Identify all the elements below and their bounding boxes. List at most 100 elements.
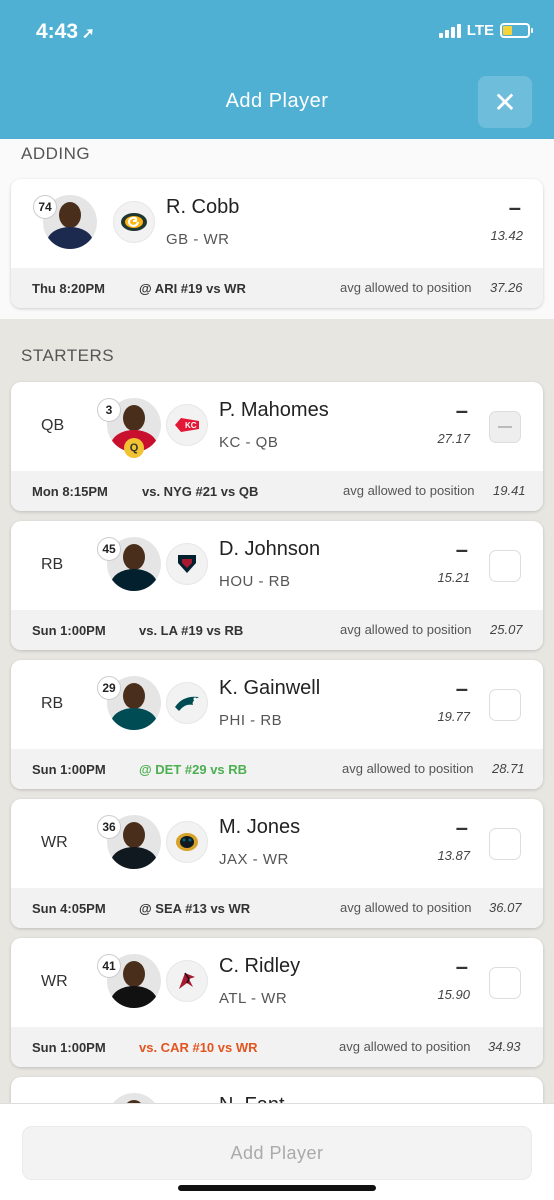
avg-allowed-label: avg allowed to position [340, 622, 472, 637]
team-logo-icon [166, 543, 208, 585]
adding-label: ADDING [21, 144, 91, 163]
select-checkbox[interactable] [489, 550, 521, 582]
rank-badge: 29 [97, 676, 121, 700]
network-label: LTE [466, 22, 494, 39]
header: 4:43 ➚ LTE Add Player ✕ [0, 0, 554, 139]
starters-label: STARTERS [21, 346, 115, 365]
player-team-pos: HOU - RB [219, 573, 291, 590]
rank-badge: 36 [97, 815, 121, 839]
player-score: – [455, 676, 468, 701]
avg-allowed-label: avg allowed to position [340, 280, 472, 295]
select-checkbox[interactable] [489, 689, 521, 721]
starter-card: RB 29 K. Gainwell PHI - RB – 19.77 Sun 1… [11, 660, 543, 789]
player-score: – [508, 195, 521, 220]
starter-card: QB 3 Q KC P. Mahomes KC - QB – 27.17 Mon… [11, 382, 543, 511]
matchup-row: Sun 4:05PM @ SEA #13 vs WR avg allowed t… [11, 888, 543, 928]
rank-badge: 45 [97, 537, 121, 561]
team-logo-icon: KC [166, 404, 208, 446]
status-indicators: LTE [438, 22, 533, 39]
matchup-row: Sun 1:00PM @ DET #29 vs RB avg allowed t… [11, 749, 543, 789]
slot-position: RB [41, 556, 64, 573]
player-score: – [455, 815, 468, 840]
avg-allowed-value: 34.93 [488, 1039, 521, 1054]
matchup-row: Sun 1:00PM vs. CAR #10 vs WR avg allowed… [11, 1027, 543, 1067]
player-name: P. Mahomes [219, 399, 329, 421]
matchup-row: Thu 8:20PM @ ARI #19 vs WR avg allowed t… [11, 268, 543, 308]
time-text: 4:43 [36, 20, 79, 43]
player-projection: 15.21 [437, 570, 470, 585]
rank-badge: 41 [97, 954, 121, 978]
player-name: R. Cobb [166, 196, 240, 218]
adding-section: ADDING 74 R. Cobb GB - WR – 13.42 Thu 8:… [0, 139, 554, 319]
starter-card: WR 41 C. Ridley ATL - WR – 15.90 Sun 1:0… [11, 938, 543, 1067]
player-score: – [455, 537, 468, 562]
opponent: vs. CAR #10 vs WR [139, 1040, 258, 1055]
player-team-pos: ATL - WR [219, 990, 288, 1007]
avg-allowed-value: 28.71 [492, 761, 525, 776]
game-time: Thu 8:20PM [32, 281, 105, 296]
player-name: C. Ridley [219, 955, 301, 977]
avg-allowed-label: avg allowed to position [343, 483, 475, 498]
avg-allowed-label: avg allowed to position [340, 900, 472, 915]
player-name: K. Gainwell [219, 677, 321, 699]
opponent: @ DET #29 vs RB [139, 762, 248, 777]
game-time: Mon 8:15PM [32, 484, 108, 499]
player-projection: 27.17 [437, 431, 470, 446]
select-checkbox[interactable] [489, 967, 521, 999]
player-team-pos: KC - QB [219, 434, 279, 451]
rank-badge: 3 [97, 398, 121, 422]
team-logo-icon [166, 821, 208, 863]
location-arrow-icon: ➚ [82, 25, 95, 42]
matchup-row: Sun 1:00PM vs. LA #19 vs RB avg allowed … [11, 610, 543, 650]
slot-position: QB [41, 417, 65, 434]
slot-position: WR [41, 834, 68, 851]
opponent: vs. NYG #21 vs QB [142, 484, 259, 499]
game-time: Sun 1:00PM [32, 623, 106, 638]
starter-card: WR 36 M. Jones JAX - WR – 13.87 Sun 4:05… [11, 799, 543, 928]
home-indicator[interactable] [178, 1185, 376, 1191]
player-score: – [455, 954, 468, 979]
close-icon: ✕ [493, 86, 517, 118]
avg-allowed-value: 25.07 [490, 622, 523, 637]
game-time: Sun 1:00PM [32, 762, 106, 777]
avg-allowed-label: avg allowed to position [339, 1039, 471, 1054]
avg-allowed-value: 19.41 [493, 483, 526, 498]
select-checkbox[interactable] [489, 411, 521, 443]
player-projection: 13.42 [490, 228, 523, 243]
matchup-row: Mon 8:15PM vs. NYG #21 vs QB avg allowed… [11, 471, 543, 511]
rank-badge: 74 [33, 195, 57, 219]
player-name: M. Jones [219, 816, 301, 838]
game-time: Sun 4:05PM [32, 901, 106, 916]
player-team-pos: PHI - RB [219, 712, 283, 729]
player-name: D. Johnson [219, 538, 321, 560]
slot-position: WR [41, 973, 68, 990]
battery-icon [500, 23, 533, 38]
team-logo-icon [113, 201, 155, 243]
player-projection: 19.77 [437, 709, 470, 724]
status-time: 4:43 ➚ [36, 20, 95, 44]
opponent: @ SEA #13 vs WR [139, 901, 251, 916]
player-team-pos: GB - WR [166, 231, 230, 248]
opponent: @ ARI #19 vs WR [139, 281, 246, 296]
page-title: Add Player [225, 90, 329, 112]
opponent: vs. LA #19 vs RB [139, 623, 244, 638]
injury-status-badge: Q [124, 438, 144, 458]
slot-position: RB [41, 695, 64, 712]
bottom-bar: Add Player [0, 1103, 554, 1200]
player-projection: 15.90 [437, 987, 470, 1002]
adding-player-card: 74 R. Cobb GB - WR – 13.42 Thu 8:20PM @ … [11, 179, 543, 308]
avg-allowed-label: avg allowed to position [342, 761, 474, 776]
starter-card: RB 45 D. Johnson HOU - RB – 15.21 Sun 1:… [11, 521, 543, 650]
player-score: – [455, 398, 468, 423]
svg-text:KC: KC [185, 421, 197, 430]
close-button[interactable]: ✕ [478, 76, 532, 128]
game-time: Sun 1:00PM [32, 1040, 106, 1055]
signal-icon [438, 23, 461, 38]
team-logo-icon [166, 960, 208, 1002]
avg-allowed-value: 37.26 [490, 280, 523, 295]
avg-allowed-value: 36.07 [489, 900, 522, 915]
select-checkbox[interactable] [489, 828, 521, 860]
player-team-pos: JAX - WR [219, 851, 289, 868]
team-logo-icon [166, 682, 208, 724]
add-player-button[interactable]: Add Player [22, 1126, 532, 1180]
